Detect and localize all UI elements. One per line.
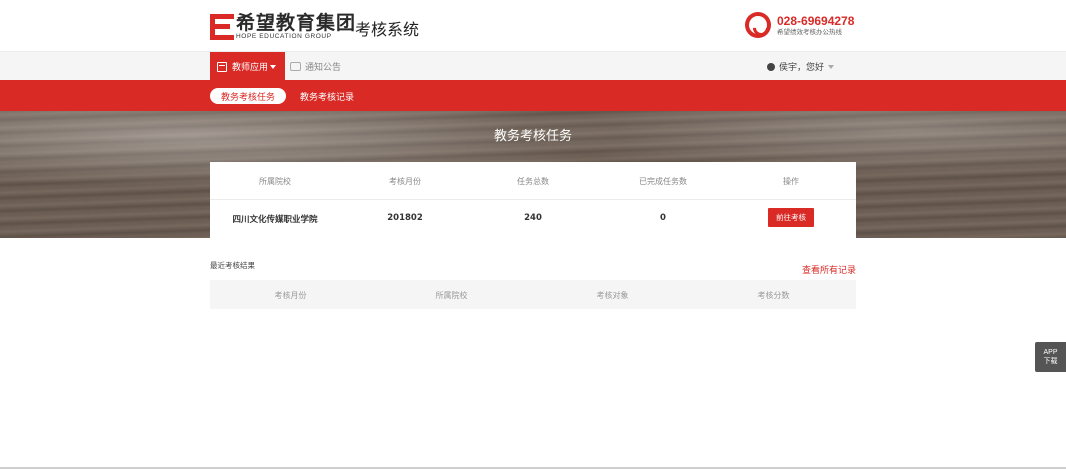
- nav-teacher-app[interactable]: 教师应用: [210, 52, 285, 81]
- view-all-records-link[interactable]: 查看所有记录: [802, 263, 856, 276]
- user-menu[interactable]: 侯宇，您好: [766, 52, 834, 81]
- calendar-icon: [217, 61, 227, 72]
- col-total: 任务总数: [517, 177, 549, 186]
- cell-done: 0: [660, 213, 666, 223]
- cell-school: 四川文化传媒职业学院: [232, 215, 318, 225]
- col-score: 考核分数: [757, 291, 790, 300]
- brand-logo[interactable]: 希望教育集团 HOPE EDUCATION GROUP: [210, 13, 356, 41]
- caret-down-icon: [270, 64, 277, 69]
- cell-total: 240: [524, 213, 542, 223]
- phone-icon: [745, 12, 771, 38]
- task-table: 所属院校 考核月份 任务总数 已完成任务数 操作 四川文化传媒职业学院 2018…: [210, 162, 856, 238]
- sub-nav: 教务考核任务 教务考核记录: [0, 80, 1066, 111]
- recent-results-table-header: 考核月份 所属院校 考核对象 考核分数: [210, 280, 856, 309]
- nav-notice-label: 通知公告: [305, 63, 342, 73]
- recent-results-title: 最近考核结果: [210, 261, 255, 270]
- main-nav: 教师应用 通知公告 侯宇，您好: [0, 51, 1066, 81]
- tab-academic-tasks[interactable]: 教务考核任务: [210, 88, 286, 104]
- col-action: 操作: [783, 177, 799, 186]
- col-done: 已完成任务数: [639, 177, 687, 186]
- tab-academic-records[interactable]: 教务考核记录: [300, 88, 354, 104]
- col-month: 考核月份: [274, 291, 307, 300]
- logo-english-name: HOPE EDUCATION GROUP: [236, 32, 332, 40]
- nav-notice[interactable]: 通知公告: [290, 52, 341, 81]
- message-icon: [290, 62, 301, 71]
- user-icon: [766, 62, 775, 71]
- go-assess-button[interactable]: 前往考核: [768, 208, 814, 227]
- hotline: 028-69694278 希望绩效考核办公热线: [745, 12, 854, 38]
- hotline-number: 028-69694278: [777, 13, 855, 28]
- app-download-label-1: APP: [1043, 349, 1058, 356]
- cell-month: 201802: [387, 213, 423, 223]
- nav-teacher-app-label: 教师应用: [232, 63, 269, 73]
- user-greeting: 侯宇，您好: [778, 63, 824, 73]
- col-target: 考核对象: [596, 291, 629, 300]
- page-title: 教务考核任务: [493, 129, 572, 144]
- caret-down-icon: [828, 64, 834, 69]
- col-month: 考核月份: [389, 177, 421, 186]
- logo-mark-icon: [210, 14, 234, 40]
- col-school: 所属院校: [435, 291, 468, 300]
- app-download-button[interactable]: APP 下载: [1035, 342, 1066, 372]
- hotline-description: 希望绩效考核办公热线: [777, 27, 842, 36]
- system-title: 考核系统: [355, 20, 420, 39]
- col-school: 所属院校: [259, 177, 291, 186]
- logo-chinese-name: 希望教育集团: [236, 11, 357, 34]
- divider: [210, 199, 856, 200]
- top-header: 希望教育集团 HOPE EDUCATION GROUP 考核系统 028-696…: [0, 0, 1066, 51]
- app-download-label-2: 下载: [1043, 358, 1058, 365]
